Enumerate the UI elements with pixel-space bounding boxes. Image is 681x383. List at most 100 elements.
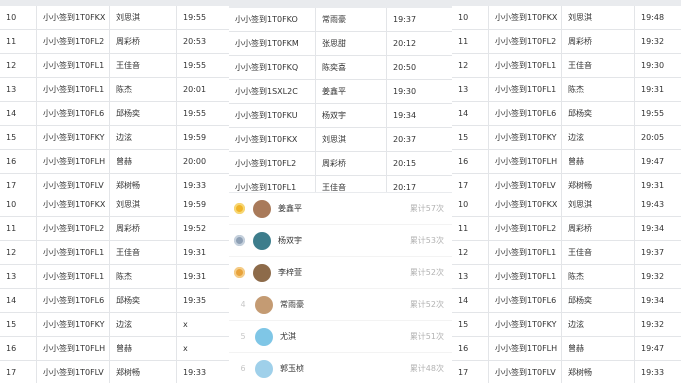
checkin-time: 20:00 (176, 149, 229, 174)
device-code: 小小签到1T0FL2 (229, 151, 316, 176)
table-row[interactable]: 16 小小签到1T0FLH 曾赫 20:00 (0, 149, 229, 174)
ranking-item[interactable]: 4 常雨豪 累计52次 (229, 289, 452, 321)
table-row[interactable]: 小小签到1T0FL2 周彩桥 20:15 (229, 151, 452, 176)
student-name: 边泫 (561, 125, 635, 150)
device-code: 小小签到1T0FL1 (36, 240, 110, 265)
device-code: 小小签到1T0FKM (229, 31, 316, 56)
table-row[interactable]: 14 小小签到1T0FL6 邱杨奕 19:55 (452, 101, 681, 126)
ranking-item[interactable]: 2 杨双宇 累计53次 (229, 225, 452, 257)
device-code: 小小签到1T0FL6 (488, 101, 562, 126)
ranking-count: 累计52次 (409, 268, 444, 277)
row-number: 10 (0, 193, 37, 217)
checkin-time: 20:37 (386, 127, 452, 152)
table-row[interactable]: 10 小小签到1T0FKX 刘思淇 19:55 (0, 6, 229, 30)
table-row[interactable]: 小小签到1T0FKM 张思甜 20:12 (229, 31, 452, 56)
student-name: 姜鑫平 (315, 79, 387, 104)
ranking-name: 尤淇 (280, 332, 296, 341)
table-row[interactable]: 14 小小签到1T0FL6 邱杨奕 19:35 (0, 288, 229, 313)
table-row[interactable]: 12 小小签到1T0FL1 王佳音 19:37 (452, 240, 681, 265)
student-name: 周彩桥 (109, 216, 177, 241)
table-row[interactable]: 小小签到1T0FKU 杨双宇 19:34 (229, 103, 452, 128)
avatar (253, 231, 271, 250)
table-row[interactable]: 12 小小签到1T0FL1 王佳音 19:31 (0, 240, 229, 265)
device-code: 小小签到1T0FKX (229, 127, 316, 152)
student-name: 邱杨奕 (109, 288, 177, 313)
table-row[interactable]: 14 小小签到1T0FL6 邱杨奕 19:55 (0, 101, 229, 126)
device-code: 小小签到1T0FKX (488, 6, 562, 30)
student-name: 邱杨奕 (109, 101, 177, 126)
table-row[interactable]: 13 小小签到1T0FL1 陈杰 19:31 (452, 77, 681, 102)
device-code: 小小签到1T0FL1 (36, 77, 110, 102)
bronze-medal-icon: 3 (234, 267, 245, 278)
row-number: 12 (0, 240, 37, 265)
row-number: 16 (452, 336, 489, 361)
row-number: 12 (452, 240, 489, 265)
table-row[interactable]: 10 小小签到1T0FKX 刘思淇 19:59 (0, 193, 229, 217)
table-row[interactable]: 12 小小签到1T0FL1 王佳音 19:30 (452, 53, 681, 78)
row-number: 13 (0, 77, 37, 102)
table-row[interactable]: 10 小小签到1T0FKX 刘思淇 19:43 (452, 193, 681, 217)
student-name: 曾赫 (109, 149, 177, 174)
device-code: 小小签到1T0FKU (229, 103, 316, 128)
ranking-list: 1姜鑫平累计57次2杨双宇累计53次3李梓萱累计52次4常雨豪累计52次5尤淇累… (229, 193, 452, 383)
records-table: 10 小小签到1T0FKX 刘思淇 19:55 11 小小签到1T0FL2 周彩桥 20:53… (0, 6, 229, 196)
table-row[interactable]: 13 小小签到1T0FL1 陈杰 20:01 (0, 77, 229, 102)
ranking-item[interactable]: 1 姜鑫平 累计57次 (229, 193, 452, 225)
table-row[interactable]: 16 小小签到1T0FLH 曾赫 x (0, 336, 229, 361)
table-row[interactable]: 小小签到1T0FKQ 陈奕喜 20:50 (229, 55, 452, 80)
student-name: 曾赫 (109, 336, 177, 361)
table-row[interactable]: 10 小小签到1T0FKX 刘思淇 19:48 (452, 6, 681, 30)
table-row[interactable]: 11 小小签到1T0FL2 周彩桥 19:32 (452, 29, 681, 54)
table-row[interactable]: 小小签到1SXL2C 姜鑫平 19:30 (229, 79, 452, 104)
ranking-item[interactable]: 5 尤淇 累计51次 (229, 321, 452, 353)
device-code: 小小签到1T0FKX (36, 193, 110, 217)
table-row[interactable]: 11 小小签到1T0FL2 周彩桥 19:34 (452, 216, 681, 241)
device-code: 小小签到1T0FKO (229, 8, 316, 32)
table-row[interactable]: 17 小小签到1T0FLV 郑树畅 19:33 (452, 360, 681, 383)
table-row[interactable]: 小小签到1T0FKO 常雨豪 19:37 (229, 8, 452, 32)
table-row[interactable]: 12 小小签到1T0FL1 王佳音 19:55 (0, 53, 229, 78)
device-code: 小小签到1T0FLV (36, 360, 110, 383)
table-row[interactable]: 14 小小签到1T0FL6 邱杨奕 19:34 (452, 288, 681, 313)
checkin-time: x (176, 336, 229, 361)
table-row[interactable]: 11 小小签到1T0FL2 周彩桥 20:53 (0, 29, 229, 54)
checkin-time: 19:59 (176, 193, 229, 217)
table-row[interactable]: 16 小小签到1T0FLH 曾赫 19:47 (452, 149, 681, 174)
ranking-item[interactable]: 6 郭玉桢 累计48次 (229, 353, 452, 383)
table-row[interactable]: 15 小小签到1T0FKY 边泫 19:32 (452, 312, 681, 337)
row-number: 14 (452, 288, 489, 313)
avatar (255, 295, 273, 314)
device-code: 小小签到1T0FL1 (488, 240, 562, 265)
checkin-table-top-left: 10 小小签到1T0FKX 刘思淇 19:55 11 小小签到1T0FL2 周彩桥 20:53… (0, 6, 229, 196)
silver-medal-icon: 2 (234, 235, 245, 246)
table-row[interactable]: 13 小小签到1T0FL1 陈杰 19:32 (452, 264, 681, 289)
row-number: 15 (0, 312, 37, 337)
student-name: 郑树畅 (561, 360, 635, 383)
checkin-time: 19:48 (634, 6, 681, 30)
device-code: 小小签到1T0FLH (488, 149, 562, 174)
student-name: 刘思淇 (561, 6, 635, 30)
student-name: 边泫 (109, 312, 177, 337)
table-row[interactable]: 17 小小签到1T0FLV 郑树畅 19:33 (0, 360, 229, 383)
device-code: 小小签到1T0FL6 (488, 288, 562, 313)
table-row[interactable]: 11 小小签到1T0FL2 周彩桥 19:52 (0, 216, 229, 241)
table-row[interactable]: 15 小小签到1T0FKY 边泫 19:59 (0, 125, 229, 150)
table-row[interactable]: 小小签到1T0FL1 王佳音 20:17 (229, 175, 452, 192)
device-code: 小小签到1T0FL1 (36, 53, 110, 78)
table-row[interactable]: 小小签到1T0FKX 刘思淇 20:37 (229, 127, 452, 152)
row-number: 11 (0, 29, 37, 54)
device-code: 小小签到1T0FL2 (488, 29, 562, 54)
checkin-time: 19:55 (176, 53, 229, 78)
student-name: 陈杰 (109, 264, 177, 289)
table-row[interactable]: 15 小小签到1T0FKY 边泫 20:05 (452, 125, 681, 150)
student-name: 王佳音 (109, 240, 177, 265)
checkin-time: 20:17 (386, 175, 452, 192)
ranking-item[interactable]: 3 李梓萱 累计52次 (229, 257, 452, 289)
table-row[interactable]: 16 小小签到1T0FLH 曾赫 19:47 (452, 336, 681, 361)
checkin-time: 19:43 (634, 193, 681, 217)
student-name: 刘思淇 (109, 6, 177, 30)
checkin-time: 19:55 (634, 101, 681, 126)
table-row[interactable]: 15 小小签到1T0FKY 边泫 x (0, 312, 229, 337)
table-row[interactable]: 13 小小签到1T0FL1 陈杰 19:31 (0, 264, 229, 289)
checkin-time: 19:55 (176, 101, 229, 126)
